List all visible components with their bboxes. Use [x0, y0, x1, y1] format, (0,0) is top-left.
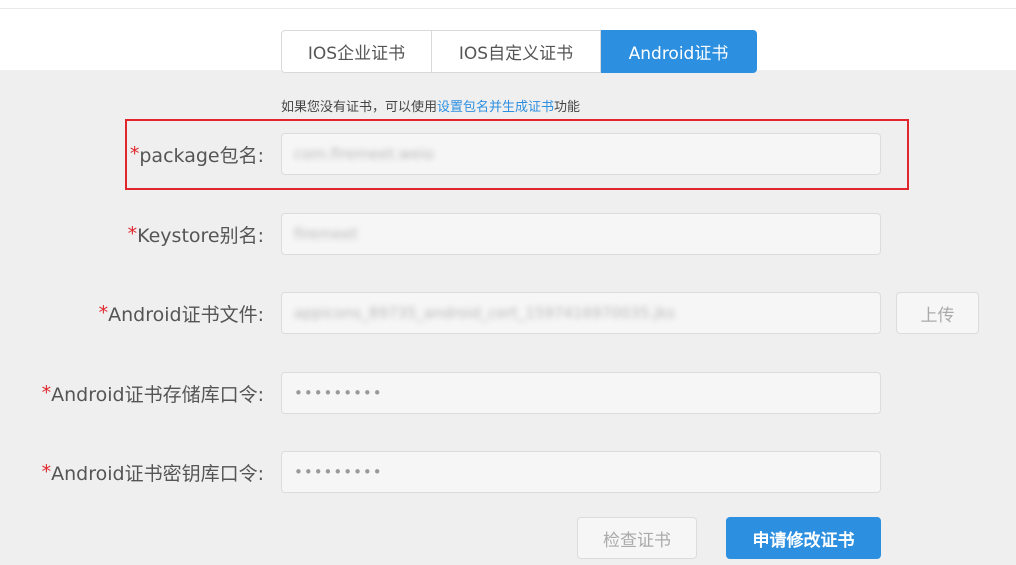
keystore-input[interactable]: firemeet — [281, 213, 881, 255]
store-password-value: ••••••••• — [294, 384, 383, 402]
required-mark: * — [41, 461, 52, 483]
cert-file-label-text: Android证书文件: — [108, 303, 264, 326]
required-mark: * — [98, 302, 109, 324]
hint-prefix: 如果您没有证书，可以使用 — [281, 100, 438, 115]
tab-android-cert[interactable]: Android证书 — [601, 30, 757, 73]
store-password-label: * Android证书存储库口令: — [42, 372, 264, 414]
cert-file-value: appicons_89735_android_cert_159741697003… — [294, 304, 675, 322]
keystore-row: * Keystore别名: firemeet — [0, 213, 1016, 255]
keystore-label: * Keystore别名: — [128, 213, 264, 255]
tab-ios-enterprise-cert[interactable]: IOS企业证书 — [281, 30, 432, 73]
tab-ios-custom-cert[interactable]: IOS自定义证书 — [432, 30, 601, 73]
top-divider — [0, 8, 1016, 9]
check-cert-button[interactable]: 检查证书 — [577, 517, 697, 559]
required-mark: * — [129, 143, 140, 165]
store-password-input[interactable]: ••••••••• — [281, 372, 881, 414]
upload-button[interactable]: 上传 — [896, 292, 979, 334]
cert-tabs: IOS企业证书 IOS自定义证书 Android证书 — [281, 30, 757, 73]
required-mark: * — [41, 382, 52, 404]
cert-file-label: * Android证书文件: — [99, 292, 264, 334]
package-label: * package包名: — [130, 133, 264, 175]
cert-file-input[interactable]: appicons_89735_android_cert_159741697003… — [281, 292, 881, 334]
package-label-text: package包名: — [139, 144, 264, 167]
hint-suffix: 功能 — [554, 100, 581, 115]
store-password-row: * Android证书存储库口令: ••••••••• — [0, 372, 1016, 414]
required-mark: * — [127, 223, 138, 245]
apply-modify-cert-button[interactable]: 申请修改证书 — [726, 517, 881, 559]
package-input[interactable]: com.firemeet.weio — [281, 133, 881, 175]
package-value: com.firemeet.weio — [294, 145, 434, 163]
generate-cert-link[interactable]: 设置包名并生成证书 — [437, 100, 554, 115]
hint-text: 如果您没有证书，可以使用设置包名并生成证书功能 — [281, 96, 580, 115]
keystore-value: firemeet — [294, 225, 358, 243]
cert-file-row: * Android证书文件: appicons_89735_android_cer… — [0, 292, 1016, 334]
key-password-input[interactable]: ••••••••• — [281, 451, 881, 493]
key-password-value: ••••••••• — [294, 463, 383, 481]
keystore-label-text: Keystore别名: — [137, 224, 264, 247]
store-password-label-text: Android证书存储库口令: — [51, 383, 264, 406]
key-password-label: * Android证书密钥库口令: — [42, 451, 264, 493]
key-password-label-text: Android证书密钥库口令: — [51, 462, 264, 485]
package-row: * package包名: com.firemeet.weio — [0, 133, 1016, 175]
key-password-row: * Android证书密钥库口令: ••••••••• — [0, 451, 1016, 493]
